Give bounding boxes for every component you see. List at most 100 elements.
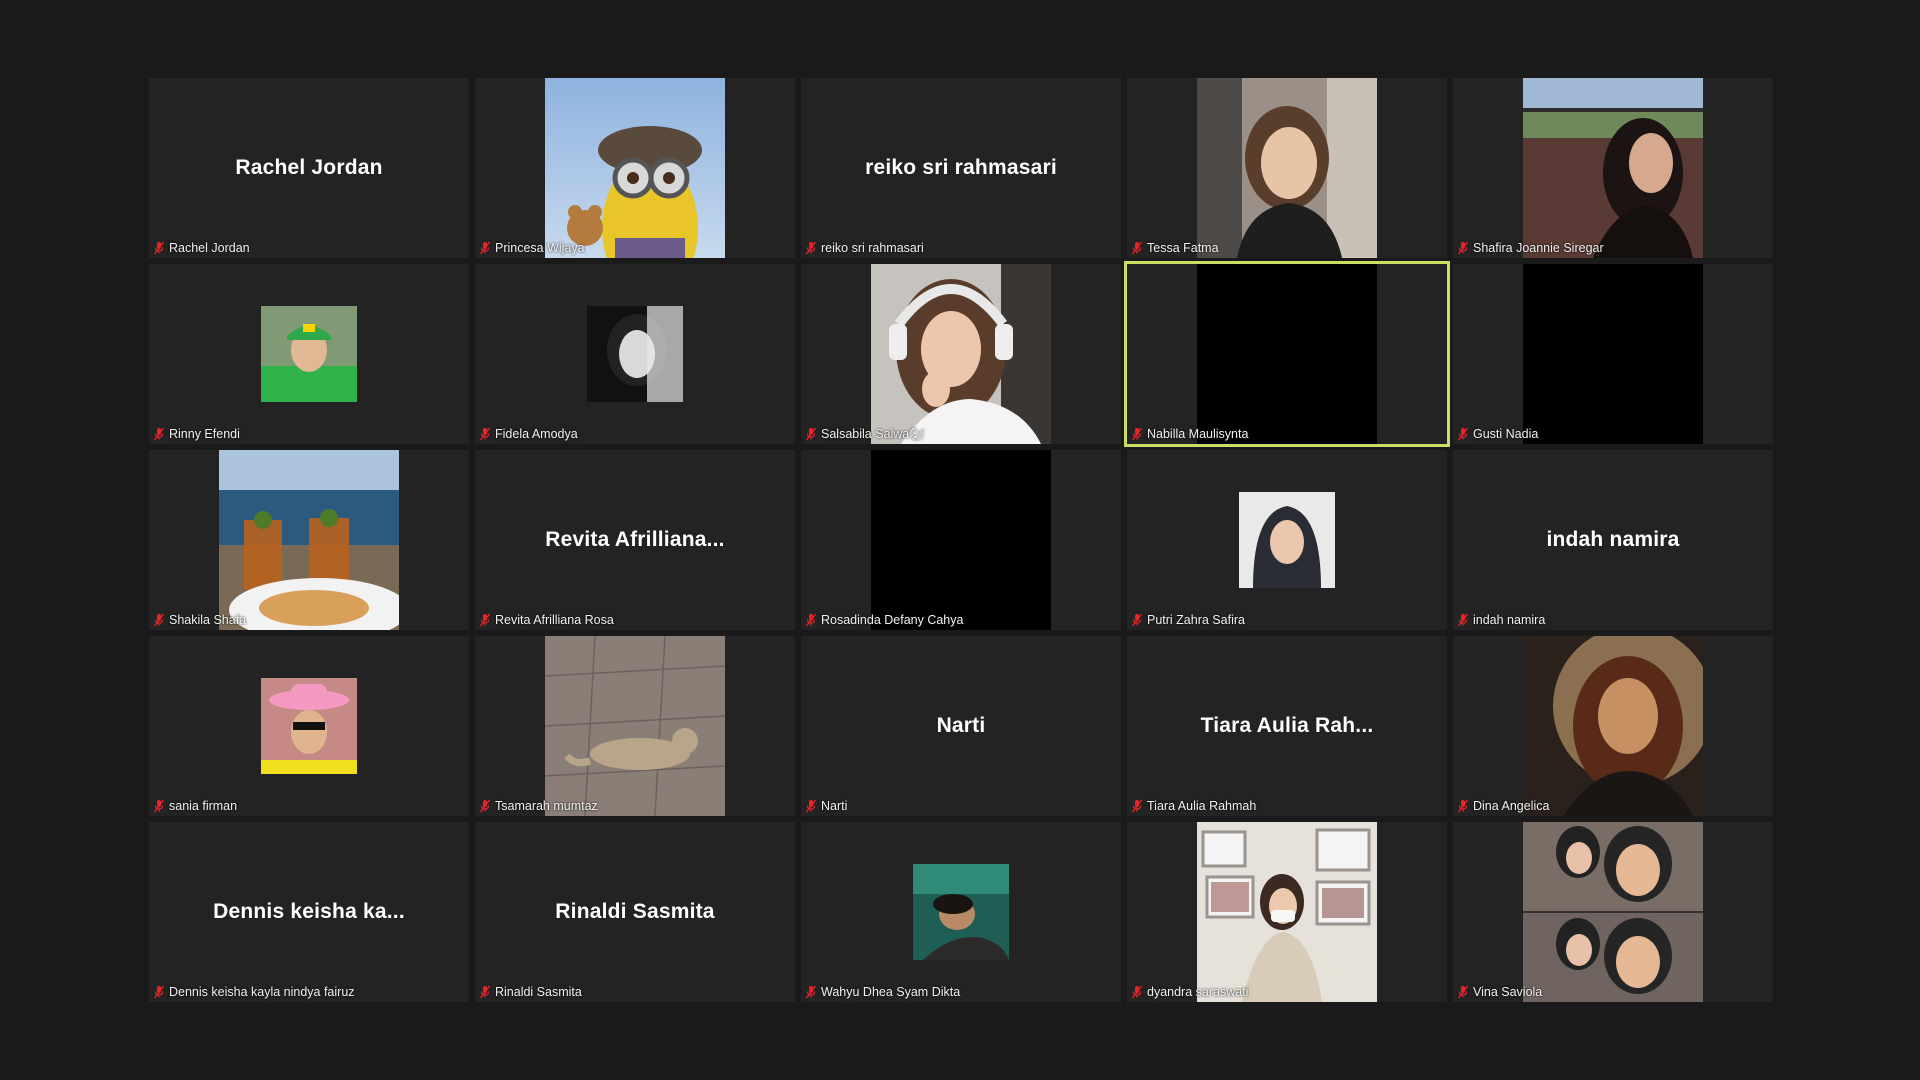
participant-label: dyandra saraswati [1131,984,1248,1000]
participant-tile[interactable]: Dina Angelica [1453,636,1773,816]
participant-name: reiko sri rahmasari [821,241,924,255]
participant-tile[interactable]: Tessa Fatma [1127,78,1447,258]
participant-tile[interactable]: Princesa Wijaya [475,78,795,258]
participant-label: Narti [805,798,847,814]
mic-muted-icon [1131,799,1143,813]
participant-name: Tsamarah mumtaz [495,799,598,813]
participant-tile[interactable]: Vina Saviola [1453,822,1773,1002]
participant-name: Shakila Shafa [169,613,247,627]
mic-muted-icon [1457,613,1469,627]
mic-muted-icon [1457,241,1469,255]
participant-tile[interactable]: Tiara Aulia Rah... Tiara Aulia Rahmah [1127,636,1447,816]
participant-tile[interactable]: Rachel Jordan Rachel Jordan [149,78,469,258]
participant-label: Fidela Amodya [479,426,578,442]
participant-tile[interactable]: Rosadinda Defany Cahya [801,450,1121,630]
mic-muted-icon [805,985,817,999]
participant-video [545,78,725,258]
participant-video [1197,264,1377,444]
participant-name: Dennis keisha kayla nindya fairuz [169,985,355,999]
participant-name: sania firman [169,799,238,813]
participant-label: Wahyu Dhea Syam Dikta [805,984,960,1000]
participant-label: Rachel Jordan [153,240,250,256]
mic-muted-icon [479,427,491,441]
participant-label: Rinaldi Sasmita [479,984,582,1000]
participant-label: Nabilla Maulisynta [1131,426,1248,442]
participant-label: Shakila Shafa [153,612,246,628]
participant-tile[interactable]: Revita Afrilliana... Revita Afrilliana R… [475,450,795,630]
mic-muted-icon [153,427,165,441]
participant-name: Nabilla Maulisynta [1147,427,1249,441]
mic-muted-icon [805,613,817,627]
participant-tile[interactable]: Putri Zahra Safira [1127,450,1447,630]
participant-avatar [261,678,357,774]
participant-name: Vina Saviola [1473,985,1543,999]
participant-video [1523,822,1703,1002]
participant-tile[interactable]: dyandra saraswati [1127,822,1447,1002]
participant-display-name: Narti [936,714,986,737]
mic-muted-icon [153,613,165,627]
participant-name: Tiara Aulia Rahmah [1147,799,1257,813]
participant-label: indah namira [1457,612,1545,628]
participant-tile[interactable]: Shakila Shafa [149,450,469,630]
participant-video [219,450,409,630]
participant-label: Rosadinda Defany Cahya [805,612,963,628]
mic-muted-icon [805,241,817,255]
participant-name: Salsabila Salwa🐿 [821,427,926,441]
mic-muted-icon [1131,613,1143,627]
mic-muted-icon [479,241,491,255]
participant-tile[interactable]: Dennis keisha ka... Dennis keisha kayla … [149,822,469,1002]
participant-name: Dina Angelica [1473,799,1550,813]
participant-name: Rachel Jordan [169,241,250,255]
mic-muted-icon [1131,241,1143,255]
participant-display-name: reiko sri rahmasari [865,156,1057,179]
participant-tile[interactable]: Rinny Efendi [149,264,469,444]
participant-tile[interactable]: Salsabila Salwa🐿 [801,264,1121,444]
participant-tile[interactable]: Tsamarah mumtaz [475,636,795,816]
participant-display-name: Rinaldi Sasmita [555,900,715,923]
mic-muted-icon [1131,427,1143,441]
participant-video [871,450,1051,630]
participant-video [1523,78,1703,258]
mic-muted-icon [479,985,491,999]
participant-label: Tiara Aulia Rahmah [1131,798,1256,814]
participant-tile[interactable]: reiko sri rahmasari reiko sri rahmasari [801,78,1121,258]
mic-muted-icon [153,985,165,999]
participant-tile[interactable]: Gusti Nadia [1453,264,1773,444]
participant-video [1523,636,1713,816]
mic-muted-icon [479,799,491,813]
participant-avatar [913,864,1009,960]
participant-display-name: Revita Afrilliana... [545,528,725,551]
participant-label: Tsamarah mumtaz [479,798,598,814]
participant-label: Rinny Efendi [153,426,240,442]
participant-name: Rinaldi Sasmita [495,985,582,999]
participant-tile[interactable]: Narti Narti [801,636,1121,816]
participant-label: Dennis keisha kayla nindya fairuz [153,984,355,1000]
participant-tile[interactable]: Fidela Amodya [475,264,795,444]
participant-tile[interactable]: Wahyu Dhea Syam Dikta [801,822,1121,1002]
participant-tile[interactable]: Rinaldi Sasmita Rinaldi Sasmita [475,822,795,1002]
mic-muted-icon [479,613,491,627]
participant-name: dyandra saraswati [1147,985,1249,999]
participant-tile[interactable]: indah namira indah namira [1453,450,1773,630]
mic-muted-icon [153,799,165,813]
participant-tile[interactable]: Shafira Joannie Siregar [1453,78,1773,258]
participant-avatar [261,306,357,402]
participant-tile[interactable]: sania firman [149,636,469,816]
participant-name: Wahyu Dhea Syam Dikta [821,985,961,999]
participant-name: Rinny Efendi [169,427,240,441]
participant-display-name: Dennis keisha ka... [213,900,405,923]
participant-label: sania firman [153,798,237,814]
participant-label: reiko sri rahmasari [805,240,924,256]
participant-video [1197,78,1377,258]
gallery-grid: Rachel Jordan Rachel Jordan Princesa Wij… [149,78,1773,1002]
mic-muted-icon [1131,985,1143,999]
participant-name: indah namira [1473,613,1546,627]
participant-video [1523,264,1703,444]
participant-label: Dina Angelica [1457,798,1549,814]
participant-name: Princesa Wijaya [495,241,585,255]
participant-label: Shafira Joannie Siregar [1457,240,1604,256]
participant-label: Tessa Fatma [1131,240,1219,256]
participant-tile-active-speaker[interactable]: Nabilla Maulisynta [1124,261,1450,447]
participant-label: Putri Zahra Safira [1131,612,1245,628]
mic-muted-icon [805,799,817,813]
